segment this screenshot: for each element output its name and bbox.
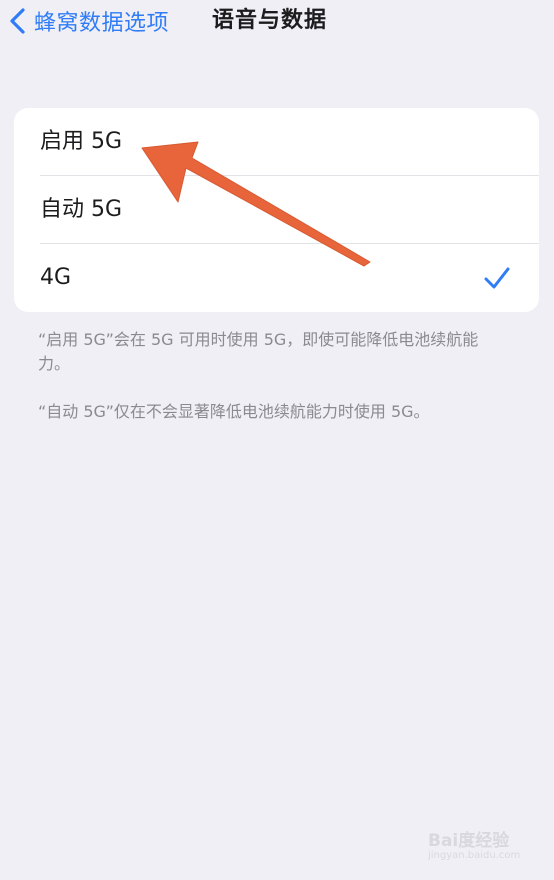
watermark-logo: Bai度经验 jingyan.baidu.com: [428, 826, 538, 870]
option-label: 启用 5G: [40, 129, 123, 154]
back-button[interactable]: 蜂窝数据选项: [6, 4, 169, 38]
footnote-5g-on: “启用 5G”会在 5G 可用时使用 5G，即使可能降低电池续航能力。: [38, 330, 479, 373]
footnote-5g-auto: “自动 5G”仅在不会显著降低电池续航能力时使用 5G。: [38, 402, 430, 421]
navigation-bar: 蜂窝数据选项 语音与数据: [0, 0, 554, 44]
chevron-left-icon: [10, 8, 25, 34]
checkmark-icon: [484, 267, 510, 289]
option-5g-on[interactable]: 启用 5G: [14, 108, 539, 176]
watermark-url: jingyan.baidu.com: [428, 850, 521, 861]
option-4g[interactable]: 4G: [14, 244, 539, 312]
option-label: 4G: [40, 265, 72, 290]
page-title: 语音与数据: [212, 8, 328, 33]
back-button-label[interactable]: 蜂窝数据选项: [34, 5, 169, 37]
network-options-list: 启用 5G 自动 5G 4G: [14, 108, 539, 312]
watermark-brand: Bai度经验: [428, 831, 510, 851]
option-5g-auto[interactable]: 自动 5G: [14, 176, 539, 244]
option-label: 自动 5G: [40, 197, 123, 222]
